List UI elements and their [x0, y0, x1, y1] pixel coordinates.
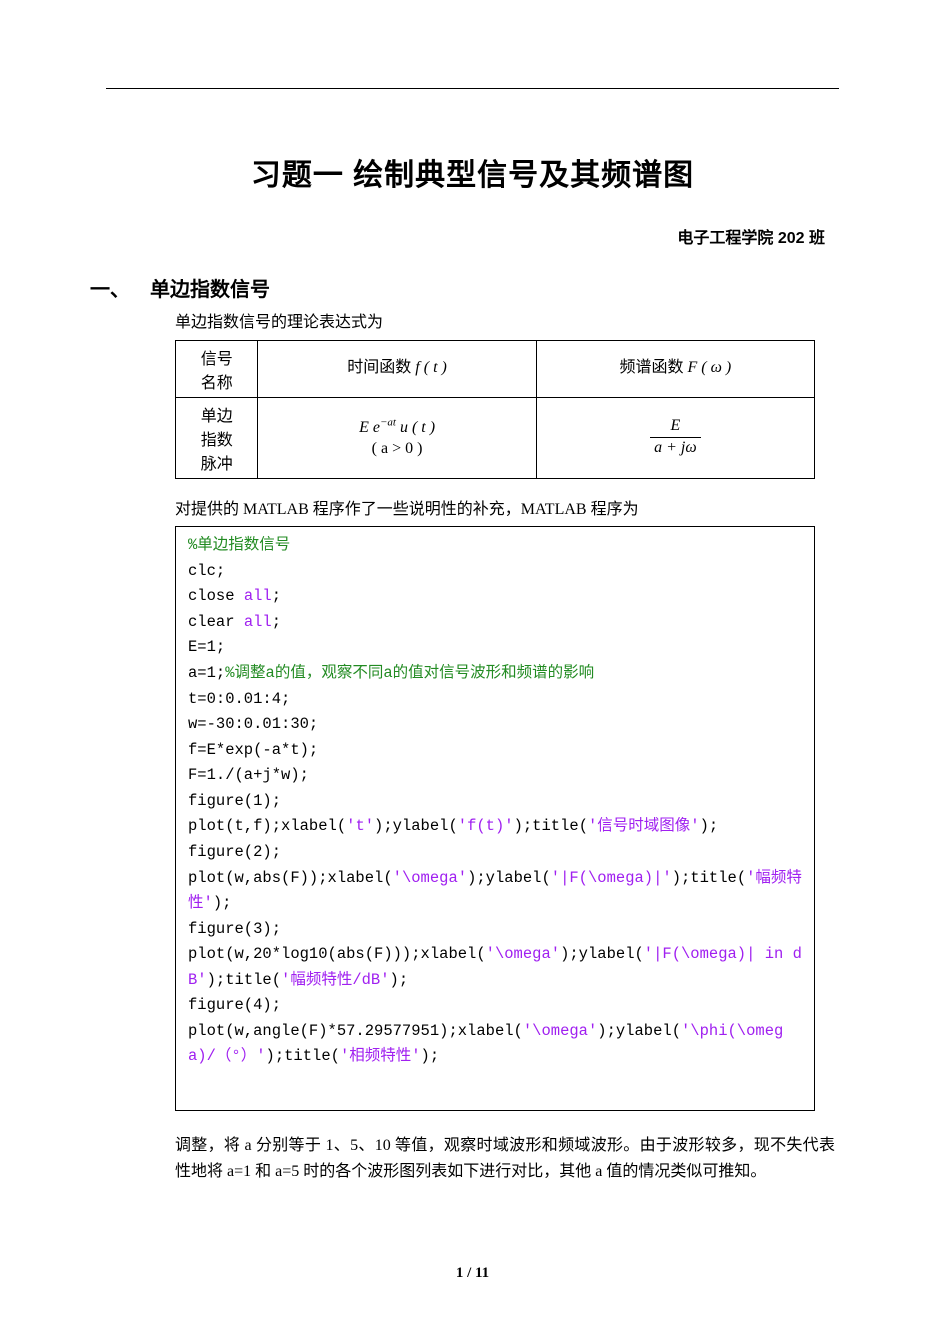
code-line: plot(w,20*log10(abs(F)));xlabel('\omega'…: [188, 942, 802, 993]
code-line: plot(t,f);xlabel('t');ylabel('f(t)');tit…: [188, 814, 802, 840]
table-row: 信号 名称 时间函数 f ( t ) 频谱函数 F ( ω ): [176, 340, 815, 397]
code-line: figure(1);: [188, 789, 802, 815]
th-line1: 信号: [186, 345, 247, 369]
code-line: w=-30:0.01:30;: [188, 712, 802, 738]
code-line: clc;: [188, 559, 802, 585]
fraction: E a + jω: [650, 416, 701, 459]
code-line: plot(w,angle(F)*57.29577951);xlabel('\om…: [188, 1019, 802, 1070]
paragraph-conclusion: 调整，将 a 分别等于 1、5、10 等值，观察时域波形和频域波形。由于波形较多…: [175, 1133, 835, 1184]
page-subtitle: 电子工程学院 202 班: [110, 224, 825, 248]
table-cell-name: 单边 指数 脉冲: [176, 397, 258, 478]
time-fn: E e−at u ( t ): [359, 419, 435, 436]
code-block: %单边指数信号 clc; close all; clear all; E=1; …: [175, 526, 815, 1111]
fraction-den: a + jω: [650, 438, 701, 459]
code-line: clear all;: [188, 610, 802, 636]
code-line: close all;: [188, 584, 802, 610]
table-header-name: 信号 名称: [176, 340, 258, 397]
section-title: 单边指数信号: [150, 279, 270, 301]
fraction-num: E: [650, 416, 701, 438]
table-cell-timefn: E e−at u ( t ) ( a > 0 ): [258, 397, 536, 478]
time-fn-cond: ( a > 0 ): [372, 440, 423, 457]
code-line: f=E*exp(-a*t);: [188, 738, 802, 764]
code-line: figure(3);: [188, 917, 802, 943]
code-line: figure(4);: [188, 993, 802, 1019]
code-line: figure(2);: [188, 840, 802, 866]
code-line: a=1;%调整a的值，观察不同a的值对信号波形和频谱的影响: [188, 661, 802, 687]
page-number: 1 / 11: [0, 1265, 945, 1282]
top-rule: [106, 88, 839, 89]
code-line: %单边指数信号: [188, 533, 802, 559]
table-row: 单边 指数 脉冲 E e−at u ( t ) ( a > 0 ) E a + …: [176, 397, 815, 478]
paragraph-intro: 单边指数信号的理论表达式为: [175, 310, 835, 336]
table-cell-freqfn: E a + jω: [536, 397, 814, 478]
code-line: F=1./(a+j*w);: [188, 763, 802, 789]
section-number: 一、: [90, 273, 150, 302]
th-line2: 名称: [186, 369, 247, 393]
table-header-freq: 频谱函数 F ( ω ): [536, 340, 814, 397]
paragraph-code-intro: 对提供的 MATLAB 程序作了一些说明性的补充，MATLAB 程序为: [175, 497, 835, 523]
table-header-time: 时间函数 f ( t ): [258, 340, 536, 397]
section-heading: 一、单边指数信号: [90, 273, 835, 302]
expression-table: 信号 名称 时间函数 f ( t ) 频谱函数 F ( ω ) 单边 指数 脉冲…: [175, 340, 815, 479]
code-line: E=1;: [188, 635, 802, 661]
code-line: plot(w,abs(F));xlabel('\omega');ylabel('…: [188, 866, 802, 917]
code-line: t=0:0.01:4;: [188, 687, 802, 713]
body: 单边指数信号的理论表达式为 信号 名称 时间函数 f ( t ) 频谱函数 F …: [175, 310, 835, 1184]
page-title: 习题一 绘制典型信号及其频谱图: [110, 150, 835, 194]
